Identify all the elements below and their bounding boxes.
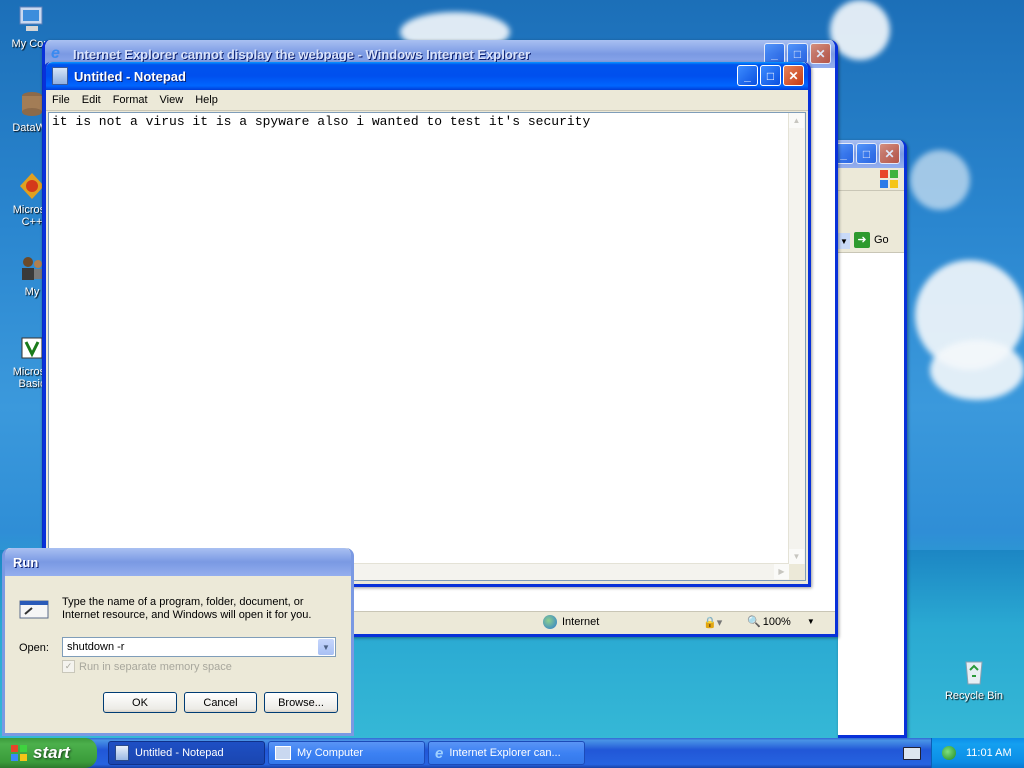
checkbox-icon: ✓	[62, 660, 75, 673]
window-title: Untitled - Notepad	[74, 68, 186, 84]
go-arrow-icon: ➜	[854, 232, 870, 248]
zoom-control[interactable]: 🔍 100% ▼	[747, 615, 815, 629]
maximize-button[interactable]: □	[787, 43, 808, 64]
cancel-button[interactable]: Cancel	[184, 692, 257, 713]
start-button[interactable]: start	[0, 738, 97, 768]
taskbar: start Untitled - Notepad My Computer e I…	[0, 738, 1024, 768]
my-computer-window[interactable]: _ □ ✕ ▼ ➜ Go	[833, 140, 907, 738]
windows-logo-icon	[880, 170, 898, 188]
menu-bar: File Edit Format View Help	[46, 90, 808, 111]
recycle-bin-icon	[958, 656, 990, 688]
run-description: Type the name of a program, folder, docu…	[62, 596, 312, 621]
globe-icon	[543, 615, 557, 629]
run-program-icon	[19, 598, 49, 620]
menu-format[interactable]: Format	[107, 94, 154, 106]
status-zone: Internet	[543, 615, 599, 629]
task-notepad[interactable]: Untitled - Notepad	[108, 741, 265, 765]
resize-grip[interactable]	[789, 564, 805, 580]
scroll-down-icon[interactable]: ▼	[789, 549, 804, 564]
computer-icon	[16, 4, 48, 36]
editor-content[interactable]: it is not a virus it is a spyware also i…	[52, 114, 590, 129]
maximize-button[interactable]: □	[856, 143, 877, 164]
task-my-computer[interactable]: My Computer	[268, 741, 425, 765]
zoom-icon: 🔍	[747, 616, 761, 628]
keyboard-icon[interactable]	[903, 747, 921, 760]
browse-button[interactable]: Browse...	[264, 692, 338, 713]
vertical-scrollbar[interactable]: ▲ ▼	[788, 113, 805, 564]
go-button[interactable]: ➜ Go	[854, 232, 889, 248]
windows-flag-icon	[10, 744, 28, 762]
close-button[interactable]: ✕	[879, 143, 900, 164]
maximize-button[interactable]: □	[760, 65, 781, 86]
notepad-icon	[52, 67, 68, 85]
menu-edit[interactable]: Edit	[76, 94, 107, 106]
dropdown-arrow-icon[interactable]: ▼	[838, 233, 850, 249]
network-icon[interactable]	[942, 746, 956, 760]
menu-view[interactable]: View	[154, 94, 190, 106]
computer-icon	[275, 746, 291, 760]
chevron-down-icon[interactable]: ▼	[318, 639, 334, 655]
dialog-title: Run	[13, 554, 39, 570]
ok-button[interactable]: OK	[103, 692, 177, 713]
memory-space-checkbox[interactable]: ✓ Run in separate memory space	[62, 660, 232, 673]
text-editor[interactable]: it is not a virus it is a spyware also i…	[48, 112, 806, 581]
scroll-up-icon[interactable]: ▲	[789, 113, 804, 128]
desktop-icon-recycle-bin[interactable]: Recycle Bin	[944, 656, 1004, 702]
menu-help[interactable]: Help	[189, 94, 224, 106]
system-tray: 11:01 AM	[931, 738, 1024, 768]
close-button[interactable]: ✕	[783, 65, 804, 86]
clock: 11:01 AM	[966, 747, 1012, 759]
security-lock-icon[interactable]: 🔒▾	[703, 616, 722, 629]
notepad-icon	[115, 745, 129, 761]
ie-icon: e	[435, 744, 444, 762]
notepad-window[interactable]: Untitled - Notepad _ □ ✕ File Edit Forma…	[43, 62, 811, 587]
zoom-dropdown-icon[interactable]: ▼	[807, 617, 815, 626]
open-input[interactable]: shutdown -r	[67, 641, 124, 653]
open-combobox[interactable]: shutdown -r ▼	[62, 637, 336, 657]
task-internet-explorer[interactable]: e Internet Explorer can...	[428, 741, 585, 765]
menu-file[interactable]: File	[46, 94, 76, 106]
ie-icon: e	[51, 45, 60, 62]
open-label: Open:	[19, 642, 49, 654]
close-button[interactable]: ✕	[810, 43, 831, 64]
minimize-button[interactable]: _	[764, 43, 785, 64]
run-dialog[interactable]: Run Type the name of a program, folder, …	[2, 548, 354, 736]
scroll-right-icon[interactable]: ▶	[774, 564, 789, 579]
window-title: Internet Explorer cannot display the web…	[73, 46, 531, 62]
minimize-button[interactable]: _	[737, 65, 758, 86]
